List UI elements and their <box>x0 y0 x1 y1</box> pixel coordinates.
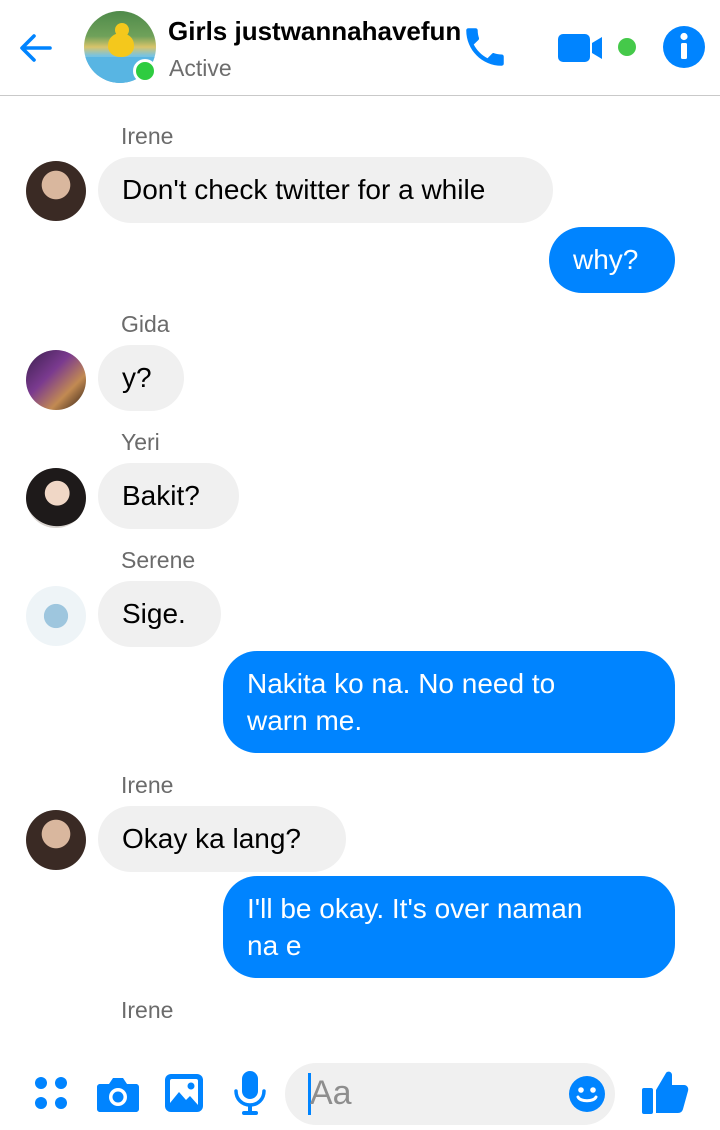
back-arrow-icon[interactable] <box>14 26 58 70</box>
phone-icon[interactable] <box>460 22 510 72</box>
sender-name: Irene <box>121 772 174 798</box>
info-icon[interactable] <box>662 25 706 69</box>
outgoing-message-bubble[interactable]: Nakita ko na. No need to warn me. <box>223 651 675 753</box>
message-input-placeholder: Aa <box>310 1074 352 1112</box>
incoming-message-bubble[interactable]: y? <box>98 345 184 411</box>
emoji-icon[interactable] <box>568 1075 606 1113</box>
incoming-message-bubble[interactable]: Don't check twitter for a while <box>98 157 553 223</box>
avatar[interactable] <box>26 810 86 870</box>
chat-header: Girls justwannahavefun Active <box>0 0 720 96</box>
avatar[interactable] <box>26 468 86 528</box>
camera-icon[interactable] <box>96 1074 140 1114</box>
message-line: na e <box>247 930 302 961</box>
active-status-dot <box>133 59 157 83</box>
avatar[interactable] <box>26 350 86 410</box>
avatar[interactable] <box>26 586 86 646</box>
outgoing-message-bubble[interactable]: why? <box>549 227 675 293</box>
message-line: Nakita ko na. No need to <box>247 668 556 699</box>
incoming-message-bubble[interactable]: Okay ka lang? <box>98 806 346 872</box>
apps-grid-icon[interactable] <box>33 1074 71 1112</box>
sender-name: Irene <box>121 123 174 149</box>
message-line: warn me. <box>247 705 363 736</box>
conversation-title[interactable]: Girls justwannahavefun <box>168 16 472 50</box>
message-line: I'll be okay. It's over naman <box>247 893 583 924</box>
video-active-dot <box>618 38 636 56</box>
sender-name: Irene <box>121 997 174 1023</box>
sender-name: Yeri <box>121 429 160 455</box>
video-camera-icon[interactable] <box>556 30 606 66</box>
sender-name: Gida <box>121 311 170 337</box>
outgoing-message-bubble[interactable]: I'll be okay. It's over naman na e <box>223 876 675 978</box>
active-status-text: Active <box>169 55 232 81</box>
thumbs-up-icon[interactable] <box>640 1068 690 1116</box>
incoming-message-bubble[interactable]: Bakit? <box>98 463 239 529</box>
microphone-icon[interactable] <box>232 1070 268 1116</box>
sender-name: Serene <box>121 547 196 573</box>
avatar[interactable] <box>26 161 86 221</box>
incoming-message-bubble[interactable]: Sige. <box>98 581 221 647</box>
gallery-icon[interactable] <box>164 1073 204 1113</box>
